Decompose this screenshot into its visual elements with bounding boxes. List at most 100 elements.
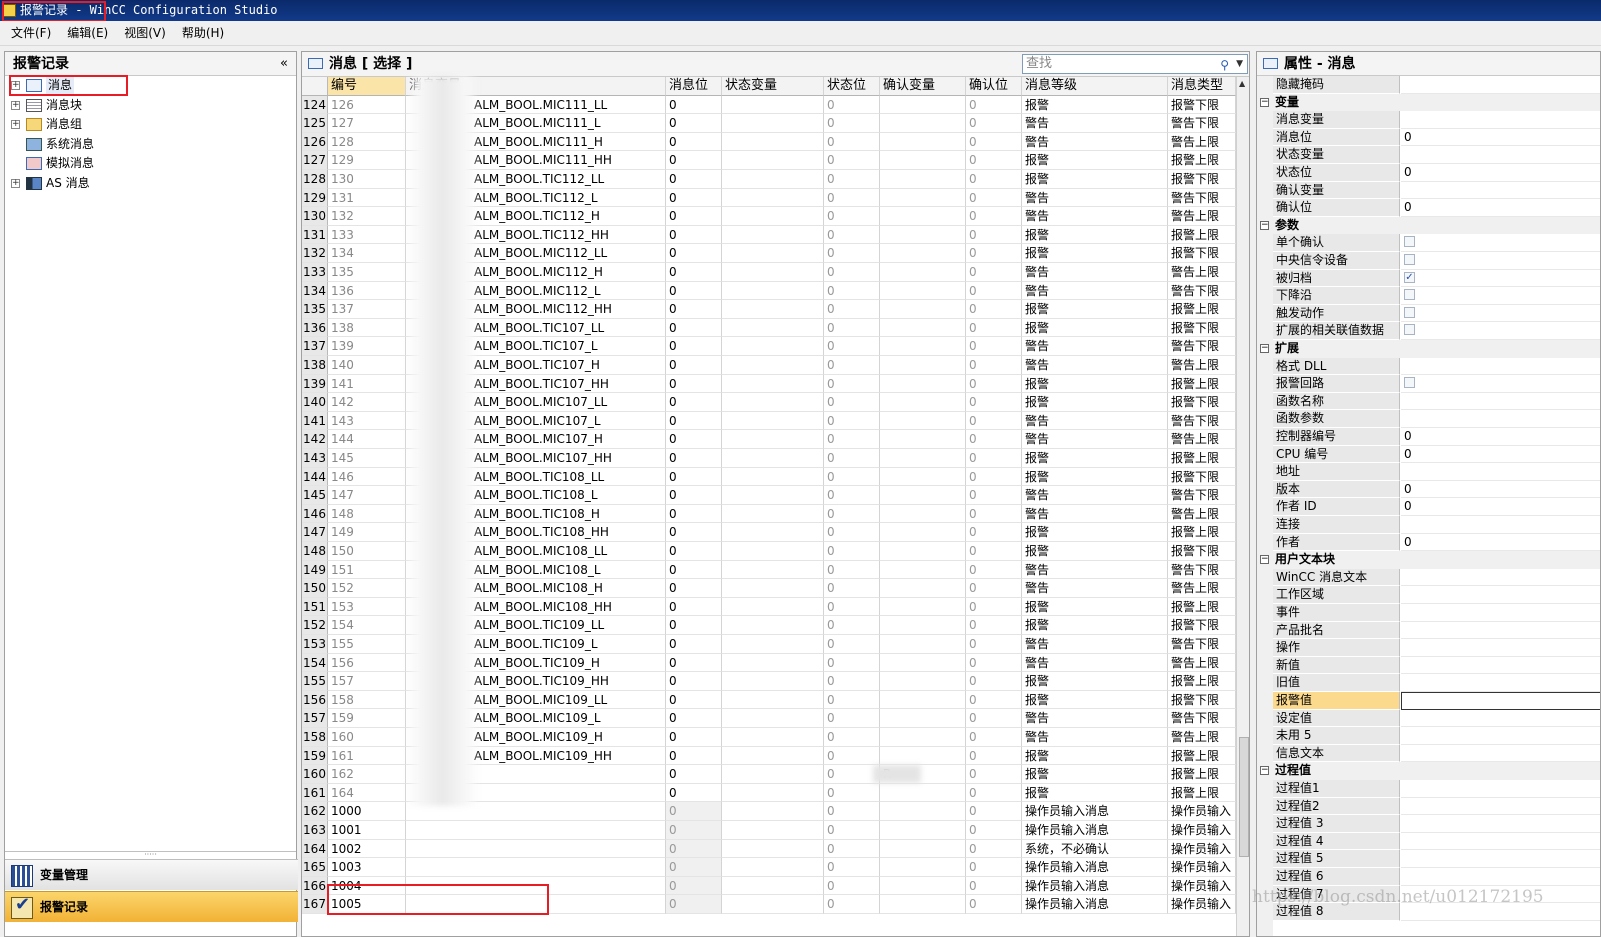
table-cell[interactable] (880, 597, 966, 617)
table-cell[interactable]: ALM_BOOL.MIC111_L (406, 114, 666, 133)
column-header[interactable]: 消息变量 (406, 77, 666, 96)
table-cell[interactable]: 0 (666, 132, 722, 152)
table-cell[interactable]: 0 (966, 523, 1022, 542)
table-cell[interactable] (880, 542, 966, 561)
tree-item[interactable]: + 消息组 (5, 115, 295, 134)
table-cell[interactable] (880, 170, 966, 189)
table-cell[interactable] (722, 876, 824, 896)
table-cell[interactable]: 0 (666, 95, 722, 115)
table-cell[interactable]: 1001 (328, 821, 406, 840)
table-cell[interactable]: 143 (328, 411, 406, 431)
table-cell[interactable] (722, 114, 824, 133)
table-cell[interactable]: 报警 (1022, 746, 1168, 766)
table-row[interactable]: 128 130 ALM_BOOL.TIC112_LL 0 0 0 报警 报警下限 (302, 170, 1237, 189)
table-cell[interactable]: 0 (666, 318, 722, 338)
table-cell[interactable] (406, 858, 666, 877)
table-cell[interactable]: 0 (666, 728, 722, 747)
table-cell[interactable] (880, 132, 966, 152)
table-cell[interactable] (722, 504, 824, 524)
property-value[interactable]: 0 (1401, 128, 1600, 147)
table-cell[interactable]: 报警下限 (1168, 170, 1236, 189)
table-row[interactable]: 131 133 ALM_BOOL.TIC112_HH 0 0 0 报警 报警上限 (302, 225, 1237, 245)
table-cell[interactable]: 操作员输入 (1168, 821, 1236, 840)
table-cell[interactable]: 0 (966, 449, 1022, 468)
table-cell[interactable]: 报警 (1022, 374, 1168, 394)
table-row[interactable]: 160 162 0 0 R 0 报警 报警上限 (302, 765, 1237, 784)
table-cell[interactable]: ALM_BOOL.MIC112_HH (406, 300, 666, 319)
table-cell[interactable]: 133 (328, 225, 406, 245)
property-value[interactable] (1401, 357, 1600, 376)
property-value[interactable]: 0 (1401, 498, 1600, 516)
table-cell[interactable]: 154 (328, 616, 406, 635)
property-value[interactable] (1401, 516, 1600, 534)
column-header[interactable]: 确认变量 (880, 77, 966, 96)
table-cell[interactable]: 0 (824, 821, 880, 840)
table-cell[interactable] (880, 188, 966, 208)
column-header[interactable]: 消息类型 (1168, 77, 1236, 96)
table-cell[interactable] (722, 374, 824, 394)
table-cell[interactable]: 操作员输入消息 (1022, 876, 1168, 896)
property-category[interactable]: − 过程值 (1257, 762, 1600, 780)
table-cell[interactable]: 1005 (328, 895, 406, 914)
property-value[interactable] (1401, 797, 1600, 816)
table-cell[interactable] (722, 411, 824, 431)
table-cell[interactable]: 159 (328, 709, 406, 728)
table-cell[interactable]: 0 (966, 411, 1022, 431)
table-cell[interactable]: 警告下限 (1168, 635, 1236, 654)
table-cell[interactable]: 报警 (1022, 542, 1168, 561)
property-value[interactable] (1401, 287, 1600, 305)
table-cell[interactable]: 0 (666, 616, 722, 635)
property-value[interactable]: 0 (1401, 199, 1600, 217)
table-cell[interactable]: 1000 (328, 802, 406, 821)
table-cell[interactable] (722, 300, 824, 319)
table-cell[interactable] (880, 783, 966, 803)
property-row[interactable]: 过程值2 (1257, 797, 1600, 816)
table-cell[interactable]: 0 (666, 709, 722, 728)
property-value[interactable]: 0 (1401, 445, 1600, 464)
table-row[interactable]: 133 135 ALM_BOOL.MIC112_H 0 0 0 警告 警告上限 (302, 263, 1237, 282)
table-cell[interactable]: 132 (328, 207, 406, 226)
property-value[interactable]: ✓ (1401, 269, 1600, 288)
table-cell[interactable]: 155 (328, 635, 406, 654)
table-row[interactable]: 135 137 ALM_BOOL.MIC112_HH 0 0 0 报警 报警上限 (302, 300, 1237, 319)
property-value[interactable] (1401, 832, 1600, 851)
table-cell[interactable]: 报警下限 (1168, 690, 1236, 710)
table-cell[interactable]: 报警下限 (1168, 393, 1236, 412)
table-cell[interactable]: R (880, 765, 966, 784)
property-value[interactable] (1401, 868, 1600, 886)
table-row[interactable]: 134 136 ALM_BOOL.MIC112_L 0 0 0 警告 警告下限 (302, 281, 1237, 301)
table-cell[interactable]: 0 (666, 486, 722, 505)
table-cell[interactable]: 警告下限 (1168, 337, 1236, 356)
table-cell[interactable]: 0 (824, 579, 880, 598)
table-cell[interactable]: 129 (328, 151, 406, 170)
property-row[interactable]: 新值 (1257, 656, 1600, 675)
table-cell[interactable]: 0 (966, 728, 1022, 747)
table-cell[interactable] (880, 560, 966, 580)
table-cell[interactable]: 0 (966, 542, 1022, 561)
table-cell[interactable] (722, 337, 824, 356)
table-cell[interactable]: 0 (666, 839, 722, 859)
table-cell[interactable]: 0 (666, 449, 722, 468)
table-cell[interactable] (880, 672, 966, 691)
table-cell[interactable]: 0 (966, 356, 1022, 375)
property-row[interactable]: 过程值 6 (1257, 868, 1600, 886)
table-cell[interactable]: 0 (824, 523, 880, 542)
table-cell[interactable] (880, 821, 966, 840)
property-value[interactable] (1401, 674, 1600, 692)
table-cell[interactable]: 0 (966, 151, 1022, 170)
table-cell[interactable] (722, 542, 824, 561)
table-cell[interactable]: 警告 (1022, 114, 1168, 133)
table-cell[interactable]: 0 (824, 411, 880, 431)
table-cell[interactable]: 报警上限 (1168, 765, 1236, 784)
table-cell[interactable]: 警告 (1022, 560, 1168, 580)
table-cell[interactable]: 报警上限 (1168, 672, 1236, 691)
table-cell[interactable]: 报警 (1022, 449, 1168, 468)
table-cell[interactable]: 0 (666, 244, 722, 263)
table-cell[interactable]: 报警上限 (1168, 151, 1236, 170)
table-cell[interactable]: 0 (966, 207, 1022, 226)
table-cell[interactable] (722, 765, 824, 784)
table-cell[interactable]: 0 (666, 467, 722, 487)
property-value[interactable] (1401, 392, 1600, 411)
collapse-category-icon[interactable]: − (1260, 220, 1269, 230)
table-row[interactable]: 166 1004 0 0 0 操作员输入消息 操作员输入 (302, 876, 1237, 896)
